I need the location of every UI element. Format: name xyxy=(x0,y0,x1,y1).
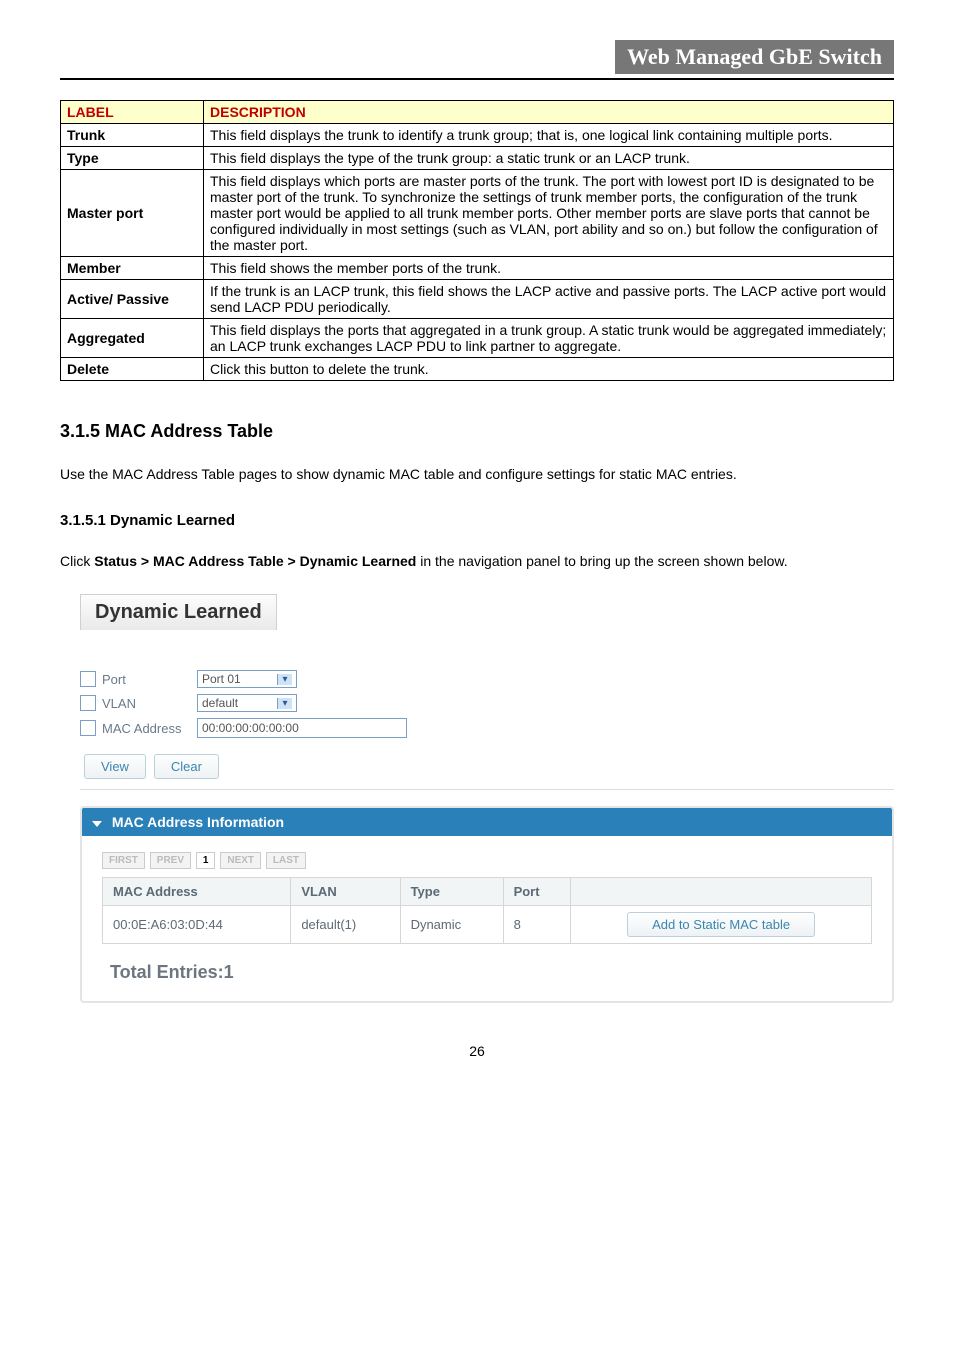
cell-action: Add to Static MAC table xyxy=(571,906,872,944)
col-port: Port xyxy=(503,878,571,906)
mac-table-row: 00:0E:A6:03:0D:44 default(1) Dynamic 8 A… xyxy=(103,906,872,944)
nav-path: Status > MAC Address Table > Dynamic Lea… xyxy=(94,553,416,569)
mac-table: MAC Address VLAN Type Port 00:0E:A6:03:0… xyxy=(102,877,872,944)
cell-port: 8 xyxy=(503,906,571,944)
chevron-down-icon: ▾ xyxy=(277,698,292,709)
label-cell: Aggregated xyxy=(61,319,204,358)
port-select[interactable]: Port 01 ▾ xyxy=(197,670,297,688)
pager-first[interactable]: FIRST xyxy=(102,852,145,869)
add-to-static-button[interactable]: Add to Static MAC table xyxy=(627,912,815,937)
subsection-title: 3.1.5.1 Dynamic Learned xyxy=(60,512,894,529)
label-cell: Member xyxy=(61,257,204,280)
vlan-select[interactable]: default ▾ xyxy=(197,694,297,712)
caret-down-icon xyxy=(92,821,102,827)
desc-cell: If the trunk is an LACP trunk, this fiel… xyxy=(204,280,894,319)
table-row: Trunk This field displays the trunk to i… xyxy=(61,124,894,147)
cell-vlan: default(1) xyxy=(291,906,400,944)
mac-input[interactable]: 00:00:00:00:00:00 xyxy=(197,718,407,738)
header-rule xyxy=(60,78,894,80)
label-cell: Trunk xyxy=(61,124,204,147)
pager-current[interactable]: 1 xyxy=(196,852,216,869)
chevron-down-icon: ▾ xyxy=(277,674,292,685)
divider xyxy=(80,789,894,790)
label-cell: Delete xyxy=(61,358,204,381)
port-select-value: Port 01 xyxy=(202,672,241,686)
label-cell: Master port xyxy=(61,170,204,257)
desc-cell: Click this button to delete the trunk. xyxy=(204,358,894,381)
page-number: 26 xyxy=(60,1043,894,1059)
col-vlan: VLAN xyxy=(291,878,400,906)
mac-info-header[interactable]: MAC Address Information xyxy=(82,808,892,836)
table-row: Aggregated This field displays the ports… xyxy=(61,319,894,358)
table-row: Delete Click this button to delete the t… xyxy=(61,358,894,381)
filter-vlan-row: VLAN default ▾ xyxy=(80,694,894,712)
filter-port-row: Port Port 01 ▾ xyxy=(80,670,894,688)
button-row: View Clear xyxy=(80,754,894,779)
vlan-label: VLAN xyxy=(102,696,197,711)
pager-next[interactable]: NEXT xyxy=(220,852,261,869)
desc-table-header-desc: DESCRIPTION xyxy=(204,101,894,124)
header-title: Web Managed GbE Switch xyxy=(615,40,894,74)
label-cell: Active/ Passive xyxy=(61,280,204,319)
col-action xyxy=(571,878,872,906)
mac-info-header-label: MAC Address Information xyxy=(112,814,284,830)
view-button[interactable]: View xyxy=(84,754,146,779)
table-row: Type This field displays the type of the… xyxy=(61,147,894,170)
cell-type: Dynamic xyxy=(400,906,503,944)
pager-last[interactable]: LAST xyxy=(266,852,306,869)
table-row: Member This field shows the member ports… xyxy=(61,257,894,280)
filter-mac-row: MAC Address 00:00:00:00:00:00 xyxy=(80,718,894,738)
vlan-checkbox[interactable] xyxy=(80,695,96,711)
desc-table-header-label: LABEL xyxy=(61,101,204,124)
dynamic-learned-screenshot: Dynamic Learned Port Port 01 ▾ VLAN defa… xyxy=(60,594,894,1003)
mac-info-panel: MAC Address Information FIRST PREV 1 NEX… xyxy=(80,806,894,1003)
desc-cell: This field shows the member ports of the… xyxy=(204,257,894,280)
table-row: Master port This field displays which po… xyxy=(61,170,894,257)
cell-mac: 00:0E:A6:03:0D:44 xyxy=(103,906,291,944)
label-cell: Type xyxy=(61,147,204,170)
table-row: Active/ Passive If the trunk is an LACP … xyxy=(61,280,894,319)
section-title: 3.1.5 MAC Address Table xyxy=(60,421,894,442)
port-label: Port xyxy=(102,672,197,687)
subsection-intro: Click Status > MAC Address Table > Dynam… xyxy=(60,549,894,574)
pager-prev[interactable]: PREV xyxy=(150,852,191,869)
desc-cell: This field displays the trunk to identif… xyxy=(204,124,894,147)
desc-cell: This field displays the ports that aggre… xyxy=(204,319,894,358)
vlan-select-value: default xyxy=(202,696,238,710)
col-mac: MAC Address xyxy=(103,878,291,906)
col-type: Type xyxy=(400,878,503,906)
text: in the navigation panel to bring up the … xyxy=(416,553,787,569)
mac-label: MAC Address xyxy=(102,721,197,736)
desc-cell: This field displays the type of the trun… xyxy=(204,147,894,170)
pager: FIRST PREV 1 NEXT LAST xyxy=(102,850,892,869)
description-table: LABEL DESCRIPTION Trunk This field displ… xyxy=(60,100,894,381)
mac-input-value: 00:00:00:00:00:00 xyxy=(202,721,299,735)
port-checkbox[interactable] xyxy=(80,671,96,687)
mac-checkbox[interactable] xyxy=(80,720,96,736)
total-entries: Total Entries:1 xyxy=(110,962,892,983)
desc-cell: This field displays which ports are mast… xyxy=(204,170,894,257)
text: Click xyxy=(60,553,94,569)
panel-title: Dynamic Learned xyxy=(80,594,277,630)
section-intro: Use the MAC Address Table pages to show … xyxy=(60,462,894,487)
clear-button[interactable]: Clear xyxy=(154,754,219,779)
